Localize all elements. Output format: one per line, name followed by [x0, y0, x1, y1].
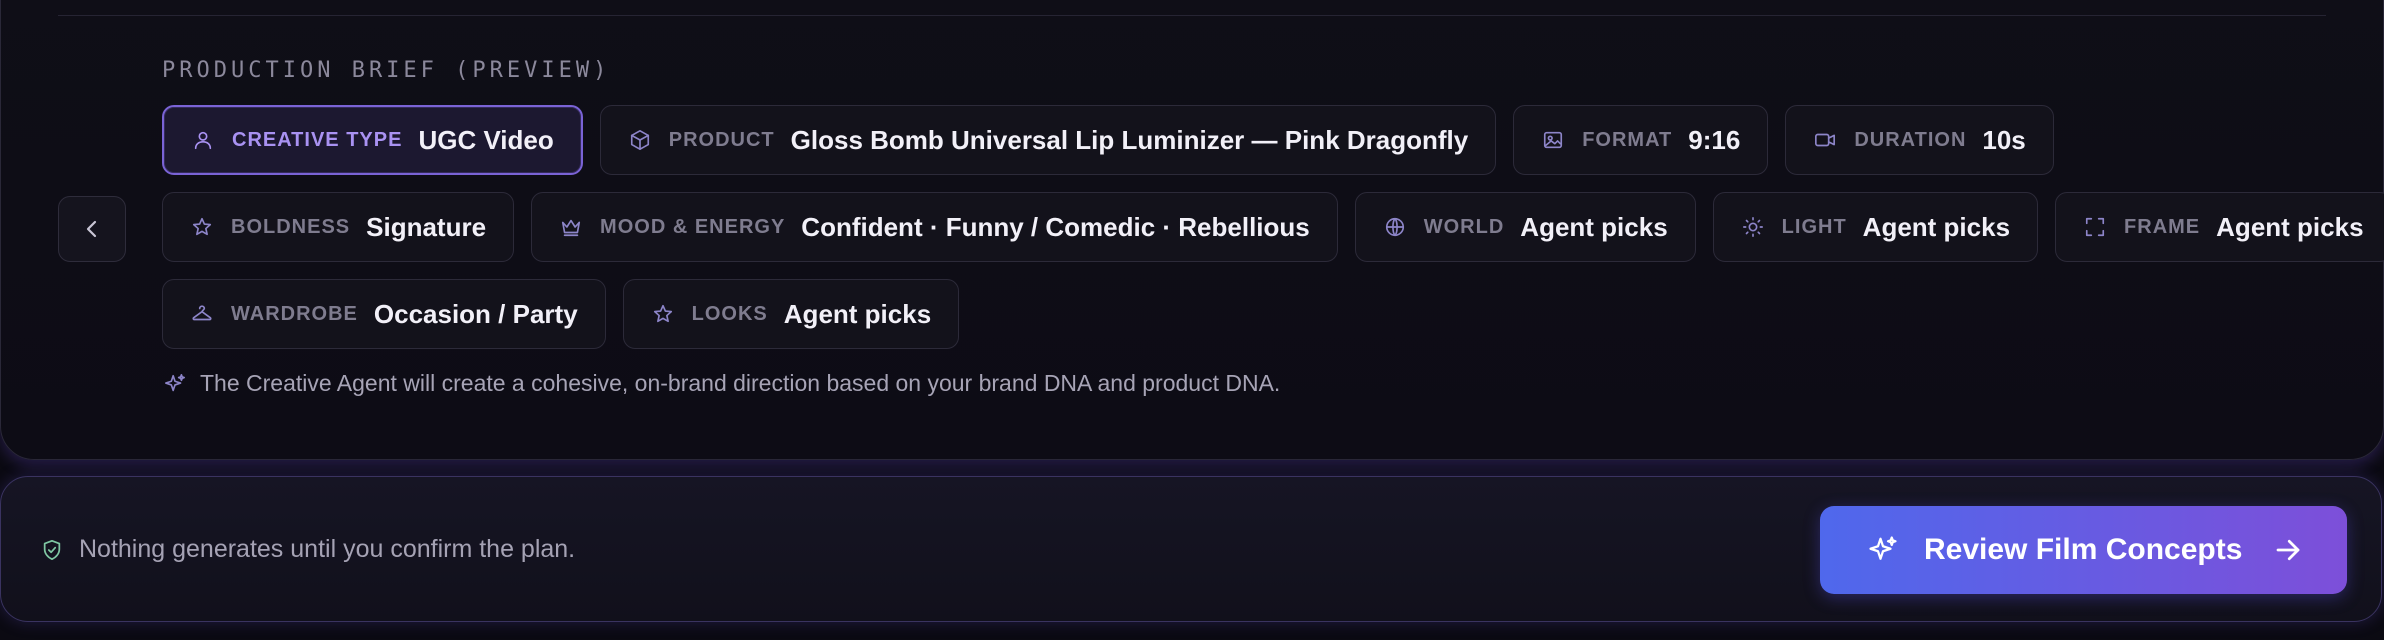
sparkle-icon: [1868, 535, 1898, 565]
chip-value: Signature: [366, 211, 487, 242]
divider: [58, 15, 2326, 16]
confirm-note-text: Nothing generates until you confirm the …: [79, 535, 576, 563]
sparkle-icon: [164, 373, 186, 395]
person-icon: [192, 129, 214, 151]
chip-wardrobe[interactable]: WARDROBE Occasion / Party: [162, 279, 606, 349]
chip-label: WORLD: [1423, 215, 1505, 238]
brief-row-3: WARDROBE Occasion / Party LOOKS Agent picks: [162, 279, 960, 349]
chip-label: MOOD & ENERGY: [600, 215, 786, 238]
chip-label: DURATION: [1854, 128, 1967, 151]
brief-row-2: BOLDNESS Signature MOOD & ENERGY Confident …: [162, 192, 2384, 262]
chip-product[interactable]: PRODUCT Gloss Bomb Universal Lip Luminize…: [599, 105, 1497, 175]
review-film-concepts-button[interactable]: Review Film Concepts: [1820, 506, 2347, 594]
chip-value: 9:16: [1688, 124, 1741, 155]
hanger-icon: [191, 303, 213, 325]
chip-duration[interactable]: DURATION 10s: [1785, 105, 2054, 175]
agent-note-text: The Creative Agent will create a cohesiv…: [200, 370, 1281, 396]
shield-check-icon: [41, 539, 63, 561]
chip-format[interactable]: FORMAT 9:16: [1513, 105, 1769, 175]
chip-label: FRAME: [2124, 215, 2201, 238]
confirm-note: Nothing generates until you confirm the …: [41, 535, 575, 564]
star-icon: [191, 216, 213, 238]
chip-label: LOOKS: [691, 302, 768, 325]
chip-label: PRODUCT: [668, 128, 775, 151]
chip-value: 10s: [1982, 124, 2026, 155]
arrow-right-icon: [2273, 535, 2303, 565]
image-icon: [1542, 129, 1564, 151]
chip-looks[interactable]: LOOKS Agent picks: [622, 279, 960, 349]
chip-label: BOLDNESS: [231, 215, 351, 238]
brief-title: PRODUCTION BRIEF (PREVIEW): [162, 58, 611, 83]
frame-icon: [2084, 216, 2106, 238]
agent-note: The Creative Agent will create a cohesiv…: [164, 370, 1280, 397]
chip-world[interactable]: WORLD Agent picks: [1354, 192, 1696, 262]
confirm-bar: Nothing generates until you confirm the …: [0, 476, 2382, 622]
chip-value: UGC Video: [418, 124, 554, 155]
chip-value: Agent picks: [783, 298, 932, 329]
previous-button[interactable]: [58, 196, 126, 262]
globe-icon: [1384, 216, 1406, 238]
video-icon: [1814, 129, 1836, 151]
chip-label: LIGHT: [1781, 215, 1847, 238]
chip-value: Agent picks: [2216, 211, 2364, 242]
chip-frame[interactable]: FRAME Agent picks: [2055, 192, 2384, 262]
brief-row-1: CREATIVE TYPE UGC Video PRODUCT Gloss Bomb …: [162, 105, 2054, 175]
chip-value: Agent picks: [1520, 211, 1668, 242]
box-icon: [629, 129, 651, 151]
sun-icon: [1742, 216, 1764, 238]
chip-value: Gloss Bomb Universal Lip Luminizer — Pin…: [790, 124, 1469, 155]
chip-value: Agent picks: [1862, 211, 2011, 242]
crown-icon: [560, 216, 582, 238]
chip-value: Confident · Funny / Comedic · Rebellious: [801, 211, 1310, 242]
chip-label: WARDROBE: [231, 302, 358, 325]
chip-light[interactable]: LIGHT Agent picks: [1712, 192, 2039, 262]
chip-value: Occasion / Party: [373, 298, 578, 329]
chip-creative-type[interactable]: CREATIVE TYPE UGC Video: [162, 105, 583, 175]
chevron-left-icon: [80, 217, 104, 241]
chip-mood-energy[interactable]: MOOD & ENERGY Confident · Funny / Comedic…: [531, 192, 1338, 262]
chip-label: CREATIVE TYPE: [232, 128, 403, 151]
star-icon: [652, 303, 674, 325]
review-film-concepts-label: Review Film Concepts: [1924, 533, 2243, 566]
chip-label: FORMAT: [1582, 128, 1673, 151]
chip-boldness[interactable]: BOLDNESS Signature: [162, 192, 515, 262]
